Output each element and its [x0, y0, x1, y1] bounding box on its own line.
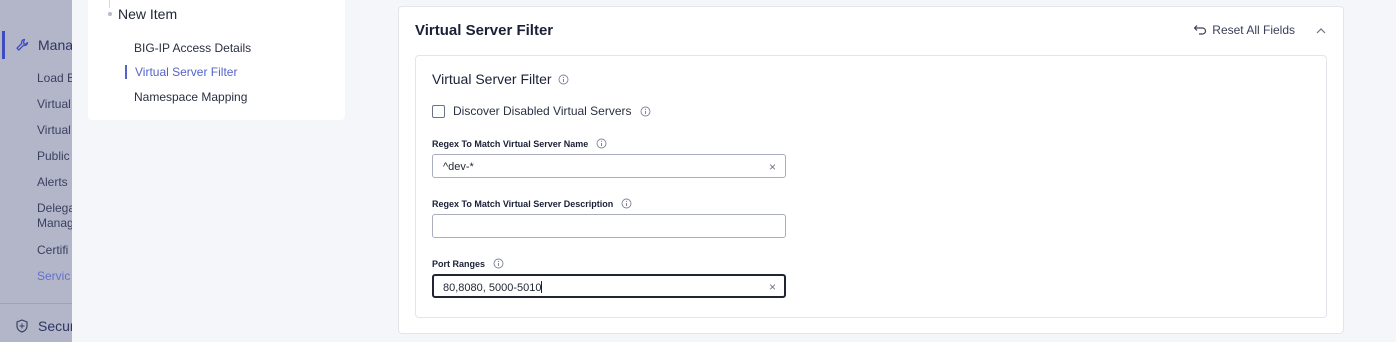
- card-title: Virtual Server Filter: [415, 22, 554, 39]
- sidebar-section-label: Secur: [38, 318, 72, 334]
- outline-bullet: [108, 12, 112, 16]
- reset-all-fields-button[interactable]: Reset All Fields: [1191, 23, 1295, 37]
- section-title-label: Virtual Server Filter: [432, 71, 552, 87]
- main-content: New Item BIG-IP Access Details Virtual S…: [72, 0, 1396, 342]
- text-caret: [541, 281, 543, 293]
- sidebar: Mana Load B Virtual Virtual Public Alert…: [0, 0, 72, 342]
- sidebar-section-security[interactable]: Secur: [14, 318, 72, 334]
- section-title: Virtual Server Filter: [432, 71, 569, 87]
- sidebar-item-public[interactable]: Public: [37, 149, 70, 163]
- outline-root-label: New Item: [118, 6, 178, 22]
- sidebar-item-delegated-line2[interactable]: Manag: [37, 216, 72, 230]
- form-outline: New Item BIG-IP Access Details Virtual S…: [88, 0, 345, 120]
- port-ranges-input[interactable]: 80,8080, 5000-5010 ×: [432, 274, 786, 298]
- virtual-server-filter-card: Virtual Server Filter Reset All Fields V…: [398, 6, 1344, 334]
- field-label-text: Regex To Match Virtual Server Descriptio…: [432, 198, 614, 209]
- field-label-text: Port Ranges: [432, 258, 486, 269]
- filter-section: Virtual Server Filter Discover Disabled …: [415, 55, 1327, 318]
- name-regex-input[interactable]: ^dev-* ×: [432, 154, 786, 178]
- sidebar-item-service[interactable]: Servic: [37, 269, 70, 283]
- field-label-port-ranges: Port Ranges: [432, 258, 504, 269]
- input-value-text: 80,8080, 5000-5010: [443, 282, 542, 294]
- sidebar-item-delegated[interactable]: Delega: [37, 201, 72, 215]
- description-regex-input[interactable]: [432, 214, 786, 238]
- active-section-indicator: [2, 31, 5, 59]
- sidebar-item-virtual-1[interactable]: Virtual: [37, 97, 71, 111]
- clear-icon[interactable]: ×: [769, 160, 776, 174]
- input-value: 80,8080, 5000-5010: [443, 281, 543, 294]
- discover-disabled-row[interactable]: Discover Disabled Virtual Servers: [432, 104, 651, 118]
- sidebar-section-manage[interactable]: Mana: [2, 31, 72, 59]
- outline-item-namespace-mapping[interactable]: Namespace Mapping: [134, 90, 247, 104]
- sidebar-divider: [0, 303, 72, 304]
- checkbox-label: Discover Disabled Virtual Servers: [453, 104, 632, 118]
- reset-label: Reset All Fields: [1212, 23, 1295, 37]
- info-icon[interactable]: [621, 198, 632, 209]
- shield-icon: [14, 318, 30, 334]
- wrench-icon: [14, 37, 30, 53]
- reset-icon: [1191, 23, 1207, 37]
- sidebar-item-virtual-2[interactable]: Virtual: [37, 123, 71, 137]
- discover-disabled-checkbox[interactable]: [432, 104, 445, 118]
- sidebar-item-alerts[interactable]: Alerts: [37, 175, 68, 189]
- field-label-description-regex: Regex To Match Virtual Server Descriptio…: [432, 198, 632, 209]
- chevron-up-icon[interactable]: [1315, 25, 1327, 37]
- field-label-text: Regex To Match Virtual Server Name: [432, 138, 589, 149]
- info-icon[interactable]: [493, 258, 504, 269]
- field-label-name-regex: Regex To Match Virtual Server Name: [432, 138, 607, 149]
- sidebar-item-certificates[interactable]: Certifi: [37, 243, 68, 257]
- sidebar-item-load-balancers[interactable]: Load B: [37, 71, 72, 85]
- clear-icon[interactable]: ×: [769, 280, 776, 294]
- info-icon[interactable]: [596, 138, 607, 149]
- input-value: ^dev-*: [443, 161, 474, 173]
- outline-item-access-details[interactable]: BIG-IP Access Details: [134, 41, 251, 55]
- sidebar-section-label: Mana: [38, 37, 72, 53]
- outline-item-virtual-server-filter[interactable]: Virtual Server Filter: [125, 65, 237, 79]
- info-icon[interactable]: [558, 74, 569, 85]
- info-icon[interactable]: [640, 106, 651, 117]
- outline-root[interactable]: New Item: [108, 6, 177, 22]
